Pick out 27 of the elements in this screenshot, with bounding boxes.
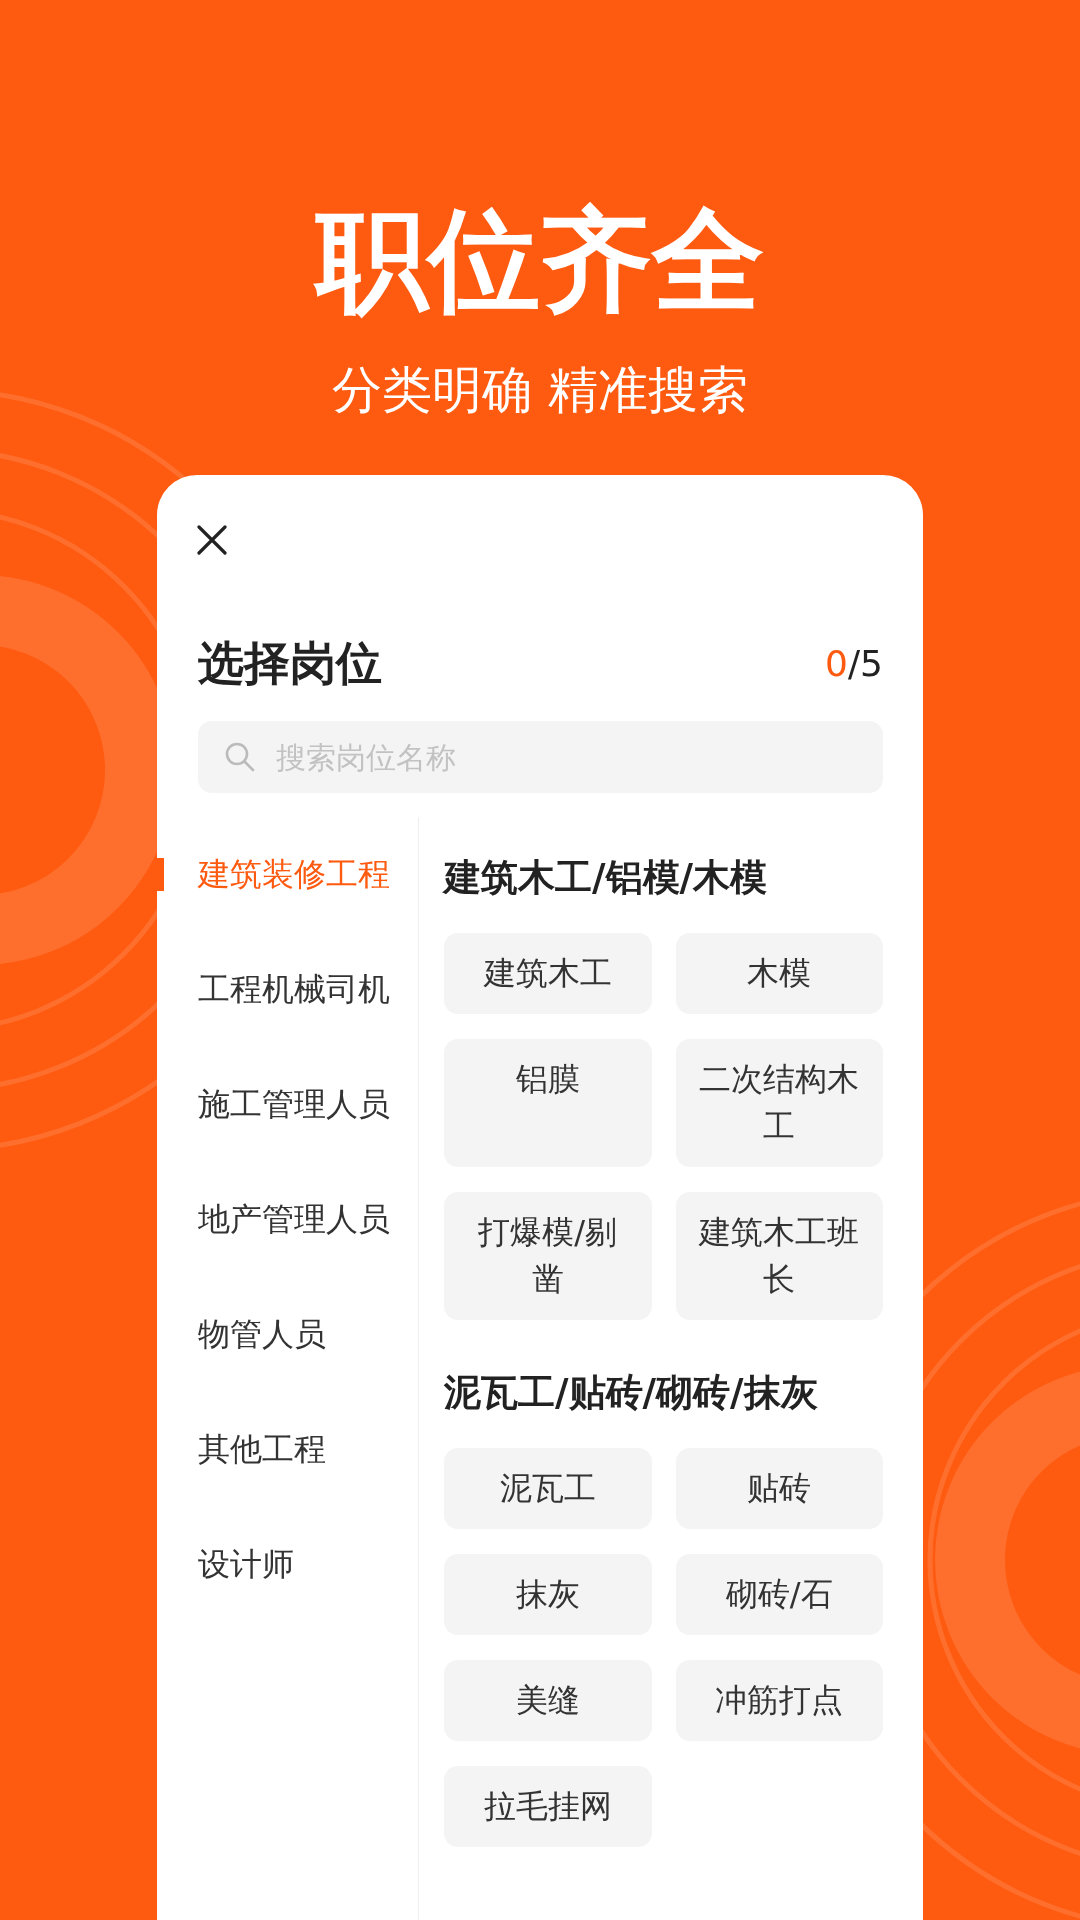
option-chip[interactable]: 木模 [675,933,883,1014]
category-item[interactable]: 其他工程 [157,1392,418,1507]
option-chip[interactable]: 泥瓦工 [444,1448,652,1529]
category-item[interactable]: 地产管理人员 [157,1162,418,1277]
option-chip[interactable]: 美缝 [444,1660,652,1741]
group-title: 泥瓦工/贴砖/砌砖/抹灰 [444,1370,819,1416]
option-chip[interactable]: 拉毛挂网 [444,1766,652,1847]
limit-count: /5 [847,642,883,684]
category-item[interactable]: 工程机械司机 [157,932,418,1047]
option-chip[interactable]: 打爆模/剔凿 [444,1192,652,1320]
option-chip[interactable]: 建筑木工班长 [675,1192,883,1320]
group-title: 建筑木工/铝模/木模 [444,855,769,901]
option-chip[interactable]: 铝膜 [444,1039,652,1167]
sheet-title: 选择岗位 [198,635,382,691]
option-chip[interactable]: 二次结构木工 [675,1039,883,1167]
selected-count: 0 [825,642,848,684]
option-chip[interactable]: 砌砖/石 [675,1554,883,1635]
option-chip[interactable]: 冲筋打点 [675,1660,883,1741]
selected-indicator [157,858,164,891]
option-chip[interactable]: 贴砖 [675,1448,883,1529]
category-item[interactable]: 施工管理人员 [157,1047,418,1162]
close-icon[interactable] [197,525,227,555]
option-chip[interactable]: 抹灰 [444,1554,652,1635]
subheadline: 分类明确 精准搜索 [332,360,748,420]
category-item[interactable]: 设计师 [157,1507,418,1622]
category-item[interactable]: 物管人员 [157,1277,418,1392]
option-chip[interactable]: 建筑木工 [444,933,652,1014]
